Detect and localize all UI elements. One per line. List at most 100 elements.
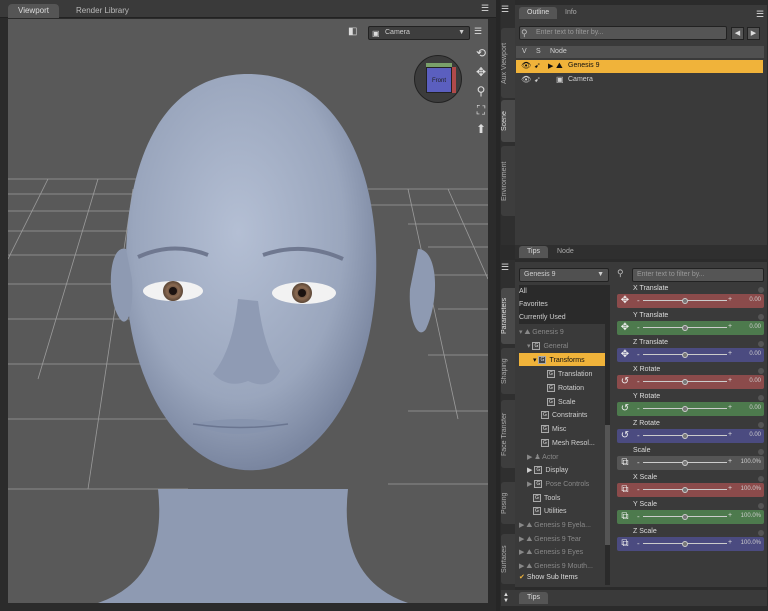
param-slider[interactable]: Z Translate ✥ - +0.00	[617, 339, 764, 366]
tree-mouth[interactable]: ▶ ⛰ Genesis 9 Mouth...	[519, 559, 605, 572]
tree-mesh-resolution[interactable]: G Mesh Resol...	[519, 436, 605, 449]
tree-actor[interactable]: ▶ ♟ Actor	[519, 450, 605, 463]
decrement-icon[interactable]: -	[637, 323, 640, 332]
node-row-genesis9[interactable]: 👁 ➹ ▶ ⛰ Genesis 9	[516, 60, 763, 73]
checkbox-icon[interactable]: ✔	[519, 574, 525, 581]
tab-face-transfer[interactable]: Face Transfer	[501, 400, 515, 468]
tab-viewport[interactable]: Viewport	[8, 4, 59, 18]
pane-menu-icon[interactable]: ☰	[501, 4, 513, 16]
tree-utilities[interactable]: G Utilities	[519, 504, 605, 517]
decrement-icon[interactable]: -	[637, 350, 640, 359]
param-options-icon[interactable]	[758, 341, 764, 347]
zoom-icon[interactable]: ⚲	[473, 83, 488, 99]
param-slider[interactable]: Y Translate ✥ - +0.00	[617, 312, 764, 339]
increment-icon[interactable]: +	[728, 431, 732, 438]
expand-icon[interactable]: ▶ ⛰	[519, 536, 534, 543]
tab-tips[interactable]: Tips	[519, 592, 548, 604]
frame-icon[interactable]: ⛶	[473, 102, 488, 118]
param-bar[interactable]: ↺ - +0.00	[617, 402, 764, 416]
param-value[interactable]: 100.0%	[741, 540, 761, 546]
panel-menu-icon[interactable]: ☰	[481, 3, 492, 14]
param-bar[interactable]: ⧉ - +100.0%	[617, 483, 764, 497]
expand-icon[interactable]: ▶ ♟	[527, 454, 542, 461]
expand-icon[interactable]: ▾ ⛰	[519, 329, 532, 336]
scrollbar-thumb[interactable]	[605, 425, 610, 545]
decrement-icon[interactable]: -	[637, 296, 640, 305]
increment-icon[interactable]: +	[728, 512, 732, 519]
tree-eyes[interactable]: ▶ ⛰ Genesis 9 Eyes	[519, 545, 605, 558]
params-filter-input[interactable]: Enter text to filter by...	[632, 268, 764, 282]
show-sub-items[interactable]: ✔ Show Sub Items	[519, 573, 578, 581]
param-slider[interactable]: Y Rotate ↺ - +0.00	[617, 393, 764, 420]
slider-knob[interactable]	[682, 433, 688, 439]
perspective-icon[interactable]: ◧	[348, 26, 362, 40]
tree-tools[interactable]: G Tools	[519, 491, 605, 504]
expand-icon[interactable]: ▶ ⛰	[519, 549, 534, 556]
col-s[interactable]: S	[536, 48, 541, 55]
tab-parameters[interactable]: Parameters	[501, 288, 515, 344]
splitter[interactable]	[496, 0, 500, 611]
param-bar[interactable]: ✥ - +0.00	[617, 294, 764, 308]
pan-icon[interactable]: ✥	[473, 64, 488, 80]
tab-posing[interactable]: Posing	[501, 482, 515, 524]
expand-icon[interactable]: ▶	[527, 467, 534, 474]
tab-scene[interactable]: Scene	[501, 100, 515, 142]
tree-currently-used[interactable]: Currently Used	[519, 311, 605, 324]
view-cube[interactable]: Front	[414, 55, 462, 103]
tab-node[interactable]: Node	[549, 246, 582, 258]
param-options-icon[interactable]	[758, 530, 764, 536]
param-options-icon[interactable]	[758, 395, 764, 401]
tab-surfaces[interactable]: Surfaces	[501, 534, 515, 584]
decrement-icon[interactable]: -	[637, 539, 640, 548]
node-row-camera[interactable]: 👁 ➹ ▣ Camera	[516, 74, 763, 87]
param-slider[interactable]: Z Scale ⧉ - +100.0%	[617, 528, 764, 555]
param-options-icon[interactable]	[758, 449, 764, 455]
tree-eyelashes[interactable]: ▶ ⛰ Genesis 9 Eyela...	[519, 518, 605, 531]
increment-icon[interactable]: +	[728, 377, 732, 384]
param-bar[interactable]: ↺ - +0.00	[617, 375, 764, 389]
param-options-icon[interactable]	[758, 503, 764, 509]
slider-knob[interactable]	[682, 352, 688, 358]
expand-icon[interactable]: ▶ ⛰	[519, 563, 534, 570]
view-cube-front[interactable]: Front	[426, 67, 452, 93]
param-value[interactable]: 0.00	[749, 405, 761, 411]
orbit-icon[interactable]: ⟲	[473, 45, 488, 61]
camera-select[interactable]: ▣ Camera ▼	[368, 26, 470, 40]
param-bar[interactable]: ✥ - +0.00	[617, 348, 764, 362]
param-value[interactable]: 0.00	[749, 324, 761, 330]
slider-knob[interactable]	[682, 514, 688, 520]
figure-select[interactable]: Genesis 9 ▼	[519, 268, 609, 282]
expand-icon[interactable]: ▶	[527, 481, 534, 488]
slider-knob[interactable]	[682, 406, 688, 412]
param-slider[interactable]: X Translate ✥ - +0.00	[617, 285, 764, 312]
reset-view-icon[interactable]: ⬆	[473, 121, 488, 137]
param-slider[interactable]: X Scale ⧉ - +100.0%	[617, 474, 764, 501]
next-button[interactable]: ▶	[747, 27, 760, 40]
tree-pose-controls[interactable]: ▶ G Pose Controls	[519, 477, 605, 490]
tree-translation[interactable]: G Translation	[519, 367, 605, 380]
col-node[interactable]: Node	[550, 48, 567, 55]
param-value[interactable]: 100.0%	[741, 513, 761, 519]
tree-general[interactable]: ▾ G General	[519, 339, 605, 352]
increment-icon[interactable]: +	[728, 458, 732, 465]
param-options-icon[interactable]	[758, 476, 764, 482]
param-slider[interactable]: Scale ⧉ - +100.0%	[617, 447, 764, 474]
param-value[interactable]: 100.0%	[741, 486, 761, 492]
param-value[interactable]: 0.00	[749, 351, 761, 357]
tree-scrollbar[interactable]	[605, 285, 610, 585]
tab-render-library[interactable]: Render Library	[66, 4, 139, 18]
param-slider[interactable]: Z Rotate ↺ - +0.00	[617, 420, 764, 447]
param-options-icon[interactable]	[758, 287, 764, 293]
increment-icon[interactable]: +	[728, 350, 732, 357]
param-options-icon[interactable]	[758, 368, 764, 374]
tree-scale[interactable]: G Scale	[519, 395, 605, 408]
param-options-icon[interactable]	[758, 314, 764, 320]
viewport-menu-icon[interactable]: ☰	[474, 26, 486, 38]
slider-knob[interactable]	[682, 541, 688, 547]
select-icon[interactable]: ➹	[534, 75, 541, 84]
prev-button[interactable]: ◀	[731, 27, 744, 40]
decrement-icon[interactable]: -	[637, 377, 640, 386]
slider-knob[interactable]	[682, 379, 688, 385]
tab-outline[interactable]: Outline	[519, 7, 558, 19]
tab-environment[interactable]: Environment	[501, 146, 515, 216]
